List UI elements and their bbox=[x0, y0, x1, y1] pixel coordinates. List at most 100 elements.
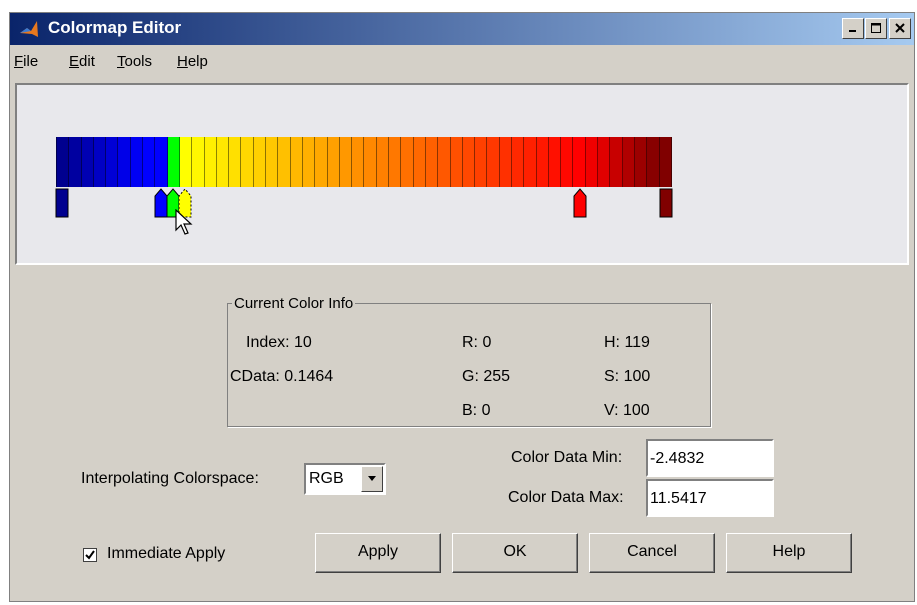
colormap-swatch[interactable] bbox=[561, 137, 574, 187]
immediate-apply-label: Immediate Apply bbox=[107, 545, 226, 562]
menu-help-mnemonic: H bbox=[177, 53, 188, 70]
info-g: G: 255 bbox=[462, 368, 511, 385]
colormap-swatch[interactable] bbox=[216, 137, 230, 187]
colormap-swatch[interactable] bbox=[425, 137, 439, 187]
colormap-swatch[interactable] bbox=[376, 137, 390, 187]
menu-edit-label: dit bbox=[79, 53, 95, 70]
menu-help[interactable]: Help bbox=[177, 53, 208, 70]
colormap-swatch[interactable] bbox=[364, 137, 377, 187]
cancel-button[interactable]: Cancel bbox=[589, 533, 715, 573]
colormap-swatch[interactable] bbox=[315, 137, 328, 187]
colormap-swatch[interactable] bbox=[438, 137, 451, 187]
chevron-down-icon bbox=[368, 476, 376, 481]
checkmark-icon bbox=[85, 550, 95, 560]
help-button[interactable]: Help bbox=[726, 533, 852, 573]
controls-area: Current Color Info Index: 10 CData: 0.14… bbox=[15, 271, 909, 601]
colorspace-label: Interpolating Colorspace: bbox=[81, 470, 259, 487]
info-r: R: 0 bbox=[462, 334, 492, 351]
menu-tools[interactable]: Tools bbox=[117, 53, 152, 70]
colormap-swatch[interactable] bbox=[610, 137, 623, 187]
colormap-node-marker[interactable] bbox=[573, 188, 587, 218]
colormap-swatch[interactable] bbox=[106, 137, 119, 187]
colormap-swatch[interactable] bbox=[536, 137, 549, 187]
ok-button[interactable]: OK bbox=[452, 533, 578, 573]
colormap-swatch[interactable] bbox=[659, 137, 672, 187]
colorspace-dropdown-button[interactable] bbox=[361, 466, 383, 492]
color-data-min-label: Color Data Min: bbox=[511, 449, 623, 466]
colormap-swatch[interactable] bbox=[647, 137, 660, 187]
colormap-swatch[interactable] bbox=[487, 137, 500, 187]
maximize-button[interactable] bbox=[865, 18, 887, 39]
colormap-swatch[interactable] bbox=[585, 137, 599, 187]
menu-file[interactable]: File bbox=[14, 53, 38, 70]
immediate-apply-checkbox[interactable] bbox=[83, 548, 97, 562]
colormap-swatch[interactable] bbox=[93, 137, 107, 187]
colormap-swatch[interactable] bbox=[253, 137, 267, 187]
colormap-swatch[interactable] bbox=[290, 137, 303, 187]
menu-bar: File Edit Tools Help bbox=[10, 47, 914, 77]
info-b: B: 0 bbox=[462, 402, 491, 419]
title-bar[interactable]: Colormap Editor bbox=[10, 13, 914, 45]
colormap-swatch[interactable] bbox=[241, 137, 254, 187]
colormap-swatch[interactable] bbox=[548, 137, 562, 187]
menu-edit-mnemonic: E bbox=[69, 53, 80, 70]
colormap-swatch[interactable] bbox=[401, 137, 414, 187]
current-color-info-legend: Current Color Info bbox=[234, 295, 354, 312]
minimize-button[interactable] bbox=[842, 18, 864, 39]
current-color-info-group: Current Color Info Index: 10 CData: 0.14… bbox=[227, 295, 711, 427]
colormap-swatch[interactable] bbox=[56, 137, 70, 187]
colormap-swatch[interactable] bbox=[204, 137, 217, 187]
colormap-panel bbox=[15, 83, 909, 265]
close-button[interactable] bbox=[889, 18, 911, 39]
colormap-swatch[interactable] bbox=[118, 137, 131, 187]
colormap-swatch[interactable] bbox=[81, 137, 94, 187]
colormap-swatch[interactable] bbox=[167, 137, 180, 187]
window-title: Colormap Editor bbox=[48, 18, 182, 37]
color-data-max-field[interactable]: 11.5417 bbox=[646, 479, 774, 517]
colormap-swatch[interactable] bbox=[413, 137, 426, 187]
colormap-swatch[interactable] bbox=[450, 137, 463, 187]
colormap-swatch[interactable] bbox=[524, 137, 537, 187]
menu-file-label: ile bbox=[23, 53, 39, 70]
colorspace-select[interactable]: RGB bbox=[304, 463, 386, 495]
colormap-swatch[interactable] bbox=[69, 137, 82, 187]
colormap-swatch[interactable] bbox=[302, 137, 316, 187]
colormap-swatch[interactable] bbox=[462, 137, 476, 187]
colormap-swatch[interactable] bbox=[179, 137, 193, 187]
colormap-swatch[interactable] bbox=[389, 137, 402, 187]
colormap-bar[interactable] bbox=[56, 137, 672, 187]
menu-edit[interactable]: Edit bbox=[69, 53, 95, 70]
info-h: H: 119 bbox=[604, 334, 650, 351]
colormap-endpoint-marker[interactable] bbox=[55, 188, 69, 218]
apply-button[interactable]: Apply bbox=[315, 533, 441, 573]
menu-tools-label: ools bbox=[124, 53, 153, 70]
colormap-swatch[interactable] bbox=[229, 137, 242, 187]
colormap-swatch[interactable] bbox=[634, 137, 648, 187]
colormap-swatch[interactable] bbox=[352, 137, 365, 187]
info-cdata: CData: 0.1464 bbox=[230, 368, 334, 385]
colormap-swatch[interactable] bbox=[266, 137, 279, 187]
info-v: V: 100 bbox=[604, 402, 650, 419]
colormap-swatch[interactable] bbox=[339, 137, 353, 187]
color-data-min-field[interactable]: -2.4832 bbox=[646, 439, 774, 477]
colormap-swatch[interactable] bbox=[598, 137, 611, 187]
color-data-max-label: Color Data Max: bbox=[508, 489, 624, 506]
colormap-swatch[interactable] bbox=[573, 137, 586, 187]
mouse-cursor-icon bbox=[175, 209, 193, 235]
colormap-swatch[interactable] bbox=[192, 137, 205, 187]
colormap-swatch[interactable] bbox=[155, 137, 168, 187]
colorspace-value: RGB bbox=[309, 470, 344, 487]
menu-file-mnemonic: F bbox=[14, 53, 24, 70]
colormap-swatch[interactable] bbox=[143, 137, 156, 187]
minimize-icon bbox=[849, 30, 856, 32]
colormap-swatch[interactable] bbox=[278, 137, 291, 187]
colormap-swatch[interactable] bbox=[511, 137, 525, 187]
colormap-swatch[interactable] bbox=[475, 137, 488, 187]
menu-help-label: elp bbox=[187, 53, 208, 70]
colormap-swatch[interactable] bbox=[130, 137, 144, 187]
menu-tools-mnemonic: T bbox=[117, 53, 125, 70]
colormap-swatch[interactable] bbox=[622, 137, 635, 187]
colormap-swatch[interactable] bbox=[327, 137, 340, 187]
colormap-endpoint-marker[interactable] bbox=[659, 188, 673, 218]
colormap-swatch[interactable] bbox=[499, 137, 512, 187]
